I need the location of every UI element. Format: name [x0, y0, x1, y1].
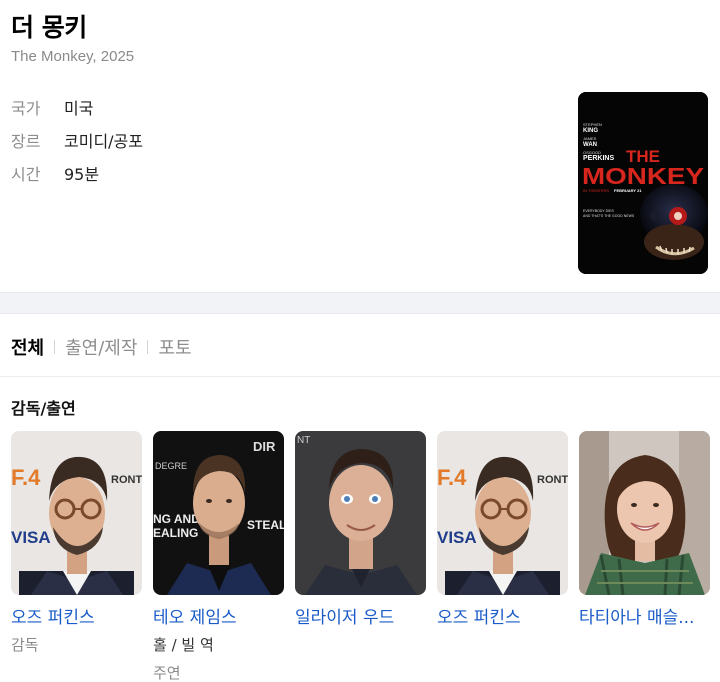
movie-title: 더 몽키	[11, 13, 87, 42]
poster-tagline: AND THAT'S THE GOOD NEWS	[583, 214, 635, 218]
person-name[interactable]: 오즈 퍼킨스	[437, 603, 568, 628]
backdrop-text: STEAL	[247, 518, 284, 532]
poster-credit-small: STEPHEN	[583, 122, 602, 127]
person-name[interactable]: 테오 제임스	[153, 603, 284, 628]
person-role: 홀 / 빌 역	[153, 636, 214, 654]
cast-card[interactable]: F.4 RONTO VISA 오즈 퍼킨스 감독	[11, 431, 142, 682]
backdrop-text: F.4	[11, 465, 41, 490]
poster-credit-small: JAMES	[583, 136, 597, 141]
tab-photos[interactable]: 포토	[158, 334, 191, 360]
cast-card[interactable]: F.4 RONTO VISA 오즈 퍼킨스	[437, 431, 568, 682]
info-value: 미국	[64, 98, 94, 118]
info-label: 장르	[11, 131, 41, 151]
backdrop-text: RONTO	[537, 474, 568, 486]
info-table: 국가 미국 장르 코미디/공포 시간 95분	[11, 90, 143, 189]
backdrop-text: NT	[297, 435, 310, 446]
info-value: 코미디/공포	[64, 131, 143, 151]
poster-title-monkey: MONKEY	[582, 163, 704, 189]
tab-all[interactable]: 전체	[11, 334, 44, 360]
info-row-runtime: 시간 95분	[11, 156, 143, 189]
backdrop-text: VISA	[437, 528, 477, 547]
info-row-country: 국가 미국	[11, 90, 143, 123]
poster-tagline: EVERYBODY DIES	[583, 209, 614, 213]
person-photo[interactable]: NT	[295, 431, 426, 595]
backdrop-text: DEGRE	[155, 461, 187, 471]
tab-cast-crew[interactable]: 출연/제작	[65, 334, 137, 360]
backdrop-text: F.4	[437, 465, 467, 490]
person-name[interactable]: 일라이저 우드	[295, 603, 426, 628]
section-title: 감독/출연	[11, 399, 76, 418]
movie-poster[interactable]: STEPHEN KING JAMES WAN OSGOOD PERKINS TH…	[578, 92, 708, 274]
movie-subtitle: The Monkey, 2025	[11, 48, 135, 65]
info-value: 95분	[64, 164, 100, 184]
poster-release-date: FEBRUARY 21	[614, 188, 642, 193]
section-divider	[0, 292, 720, 314]
backdrop-text: DIR	[253, 439, 276, 454]
cast-card[interactable]: NT 일라이저 우드	[295, 431, 426, 682]
person-photo[interactable]	[579, 431, 710, 595]
cast-card[interactable]: 타티아나 매슬...	[579, 431, 710, 682]
person-photo[interactable]: DEGRE DIR NG AND EALING STEAL	[153, 431, 284, 595]
backdrop-text: RONTO	[111, 474, 142, 486]
person-name[interactable]: 오즈 퍼킨스	[11, 603, 142, 628]
poster-credit: WAN	[583, 142, 597, 148]
poster-credit: PERKINS	[583, 155, 614, 162]
info-label: 국가	[11, 98, 41, 118]
tab-separator	[54, 340, 56, 354]
poster-credit: KING	[583, 128, 598, 134]
info-row-genre: 장르 코미디/공포	[11, 123, 143, 156]
backdrop-text: NG AND	[153, 512, 200, 526]
tabs-underline	[0, 376, 720, 377]
person-name[interactable]: 타티아나 매슬...	[579, 603, 710, 628]
poster-release-prefix: IN THEATERS	[583, 188, 609, 193]
cast-list: F.4 RONTO VISA 오즈 퍼킨스 감독 DEGRE	[11, 431, 710, 682]
person-type: 주연	[153, 664, 181, 682]
backdrop-text: VISA	[11, 528, 51, 547]
info-label: 시간	[11, 164, 41, 184]
content-tabs: 전체 출연/제작 포토	[11, 334, 192, 360]
tab-separator	[147, 340, 149, 354]
person-photo[interactable]: F.4 RONTO VISA	[11, 431, 142, 595]
backdrop-text: EALING	[153, 526, 198, 540]
person-photo[interactable]: F.4 RONTO VISA	[437, 431, 568, 595]
cast-card[interactable]: DEGRE DIR NG AND EALING STEAL 테오 제임스 홀 /…	[153, 431, 284, 682]
person-type: 감독	[11, 636, 39, 654]
